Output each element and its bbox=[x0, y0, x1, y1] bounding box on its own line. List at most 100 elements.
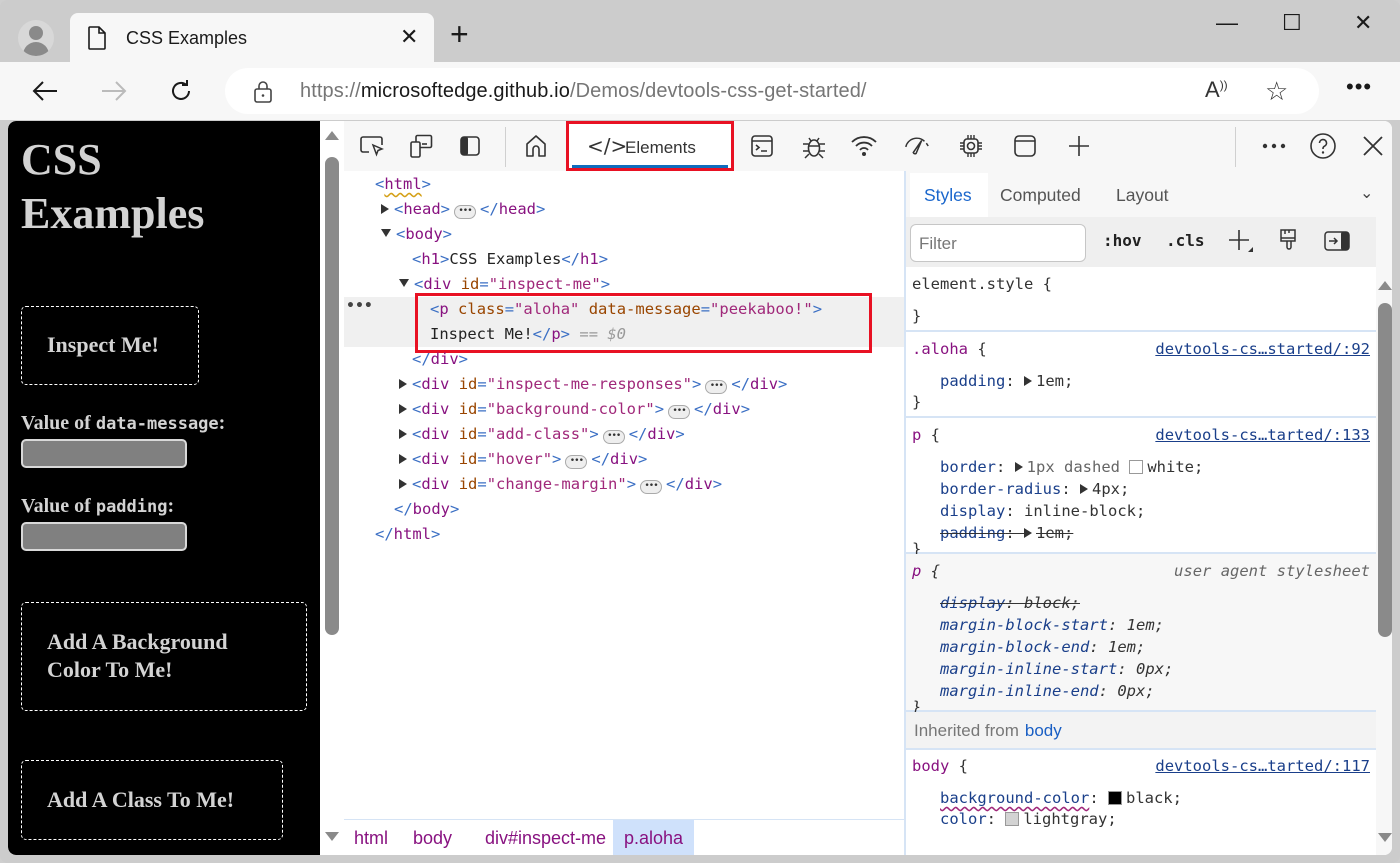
help-icon[interactable] bbox=[1309, 132, 1337, 160]
address-bar[interactable]: https://microsoftedge.github.io/Demos/de… bbox=[225, 68, 1319, 114]
dom-node-div-child[interactable]: <div id="background-color"> ••• </div> bbox=[344, 397, 904, 422]
collapse-triangle-icon[interactable] bbox=[381, 229, 391, 237]
toggle-sidebar-icon[interactable] bbox=[1324, 231, 1350, 256]
rule-source-link[interactable]: devtools-cs…tarted/:117 bbox=[1155, 755, 1370, 777]
rule-source-link[interactable]: devtools-cs…tarted/:133 bbox=[1155, 424, 1370, 446]
scroll-up-arrow-icon[interactable] bbox=[1378, 281, 1392, 290]
back-button[interactable] bbox=[28, 74, 62, 108]
settings-more-button[interactable]: ••• bbox=[1346, 74, 1372, 100]
breadcrumb-item[interactable]: body bbox=[403, 820, 462, 855]
style-property[interactable]: color: lightgray; bbox=[940, 808, 1117, 830]
color-swatch[interactable] bbox=[1129, 460, 1144, 474]
ellipsis-badge[interactable]: ••• bbox=[705, 380, 728, 394]
new-tab-button[interactable]: + bbox=[450, 18, 469, 50]
device-emulation-icon[interactable] bbox=[407, 132, 435, 160]
rule-source-link[interactable]: devtools-cs…started/:92 bbox=[1155, 338, 1370, 360]
browser-tab-active[interactable]: CSS Examples ✕ bbox=[70, 13, 434, 63]
forward-button[interactable] bbox=[97, 74, 131, 108]
expand-triangle-icon[interactable] bbox=[381, 204, 389, 214]
dom-node-head[interactable]: <head> ••• </head> bbox=[344, 197, 904, 222]
tab-computed[interactable]: Computed bbox=[1000, 185, 1081, 206]
application-icon[interactable] bbox=[1011, 132, 1039, 160]
dom-node-div-close[interactable]: </div> bbox=[344, 347, 904, 372]
scroll-up-arrow-icon[interactable] bbox=[325, 131, 339, 140]
profile-avatar-icon[interactable] bbox=[18, 20, 54, 56]
scroll-down-arrow-icon[interactable] bbox=[325, 832, 339, 841]
favorite-star-icon[interactable]: ☆ bbox=[1265, 76, 1288, 107]
refresh-button[interactable] bbox=[164, 74, 198, 108]
sources-bug-icon[interactable] bbox=[800, 132, 828, 160]
dom-node-body-close[interactable]: </body> bbox=[344, 497, 904, 522]
paint-brush-icon[interactable] bbox=[1278, 228, 1298, 259]
background-color-box[interactable]: Add A Background Color To Me! bbox=[21, 602, 307, 711]
more-options-icon[interactable] bbox=[1260, 132, 1288, 160]
ellipsis-badge[interactable]: ••• bbox=[602, 430, 625, 444]
styles-scrollbar[interactable] bbox=[1376, 267, 1392, 855]
expand-triangle-icon[interactable] bbox=[399, 454, 407, 464]
memory-icon[interactable] bbox=[957, 132, 985, 160]
dom-node-div-child[interactable]: <div id="inspect-me-responses"> ••• </div> bbox=[344, 372, 904, 397]
more-tools-plus-icon[interactable] bbox=[1065, 132, 1093, 160]
style-property[interactable]: margin-inline-start: 0px; bbox=[940, 658, 1173, 680]
breadcrumb-item[interactable]: div#inspect-me bbox=[475, 820, 616, 855]
dom-node-body[interactable]: <body> bbox=[344, 222, 904, 247]
style-property[interactable]: margin-block-start: 1em; bbox=[940, 614, 1164, 636]
page-scrollbar[interactable] bbox=[320, 121, 344, 855]
expand-triangle-icon[interactable] bbox=[399, 379, 407, 389]
ellipsis-badge[interactable]: ••• bbox=[640, 480, 663, 494]
style-property[interactable]: display: inline-block; bbox=[940, 500, 1145, 522]
chevron-down-icon[interactable]: ⌄ bbox=[1360, 183, 1373, 203]
inspect-icon[interactable] bbox=[358, 132, 386, 160]
read-aloud-icon[interactable]: A)) bbox=[1205, 77, 1228, 103]
inspect-me-box[interactable]: Inspect Me! bbox=[21, 306, 199, 385]
styles-filter-input[interactable]: Filter bbox=[910, 224, 1086, 262]
ellipsis-badge[interactable]: ••• bbox=[565, 455, 588, 469]
dom-node-div-child[interactable]: <div id="hover"> ••• </div> bbox=[344, 447, 904, 472]
network-icon[interactable] bbox=[850, 132, 878, 160]
close-devtools-icon[interactable] bbox=[1359, 132, 1387, 160]
dom-node-html[interactable]: <html> bbox=[344, 172, 904, 197]
hover-state-toggle[interactable]: :hov bbox=[1103, 231, 1142, 250]
new-style-rule-icon[interactable] bbox=[1228, 228, 1254, 259]
style-property[interactable]: margin-block-end: 1em; bbox=[940, 636, 1145, 658]
style-property[interactable]: border-radius: 4px; bbox=[940, 478, 1129, 500]
rule-body[interactable]: body { devtools-cs…tarted/:117 backgroun… bbox=[906, 750, 1376, 855]
rule-user-agent-p[interactable]: p { user agent stylesheet display: block… bbox=[906, 554, 1376, 716]
expand-triangle-icon[interactable] bbox=[399, 404, 407, 414]
scroll-down-arrow-icon[interactable] bbox=[1378, 833, 1392, 842]
lock-icon[interactable] bbox=[253, 81, 273, 103]
rule-aloha[interactable]: .aloha { devtools-cs…started/:92 padding… bbox=[906, 332, 1376, 418]
dom-node-div-child[interactable]: <div id="change-margin"> ••• </div> bbox=[344, 472, 904, 497]
breadcrumb-item[interactable]: html bbox=[344, 820, 398, 855]
console-icon[interactable] bbox=[748, 132, 776, 160]
color-swatch[interactable] bbox=[1107, 791, 1122, 805]
rule-p[interactable]: p { devtools-cs…tarted/:133 border: 1px … bbox=[906, 418, 1376, 558]
breadcrumb-item-active[interactable]: p.aloha bbox=[613, 820, 695, 855]
ellipsis-badge[interactable]: ••• bbox=[454, 205, 477, 219]
class-toggle[interactable]: .cls bbox=[1166, 231, 1205, 250]
close-window-button[interactable]: ✕ bbox=[1354, 10, 1372, 36]
welcome-home-icon[interactable] bbox=[522, 132, 550, 160]
tab-layout[interactable]: Layout bbox=[1116, 185, 1169, 206]
inherited-from-link[interactable]: body bbox=[1025, 721, 1062, 740]
style-property[interactable]: padding: 1em; bbox=[940, 370, 1073, 392]
dom-node-html-close[interactable]: </html> bbox=[344, 522, 904, 547]
style-property-overridden[interactable]: padding: 1em; bbox=[940, 522, 1073, 544]
color-swatch[interactable] bbox=[1005, 812, 1020, 826]
style-property[interactable]: margin-inline-end: 0px; bbox=[940, 680, 1155, 702]
maximize-button[interactable]: ☐ bbox=[1282, 10, 1302, 36]
dom-node-div-child[interactable]: <div id="add-class"> ••• </div> bbox=[344, 422, 904, 447]
expand-triangle-icon[interactable] bbox=[399, 429, 407, 439]
style-property[interactable]: background-color: black; bbox=[940, 787, 1182, 809]
performance-icon[interactable] bbox=[903, 132, 931, 160]
dom-node-h1[interactable]: <h1>CSS Examples</h1> bbox=[344, 247, 904, 272]
scroll-thumb[interactable] bbox=[325, 157, 339, 635]
rule-element-style[interactable]: element.style { } bbox=[906, 267, 1376, 332]
collapse-triangle-icon[interactable] bbox=[399, 279, 409, 287]
tab-close-icon[interactable]: ✕ bbox=[400, 24, 418, 50]
expand-triangle-icon[interactable] bbox=[399, 479, 407, 489]
tab-elements[interactable]: </> Elements bbox=[566, 121, 734, 171]
add-class-box[interactable]: Add A Class To Me! bbox=[21, 760, 283, 840]
style-property[interactable]: border: 1px dashed white; bbox=[940, 456, 1203, 478]
ellipsis-badge[interactable]: ••• bbox=[668, 405, 691, 419]
